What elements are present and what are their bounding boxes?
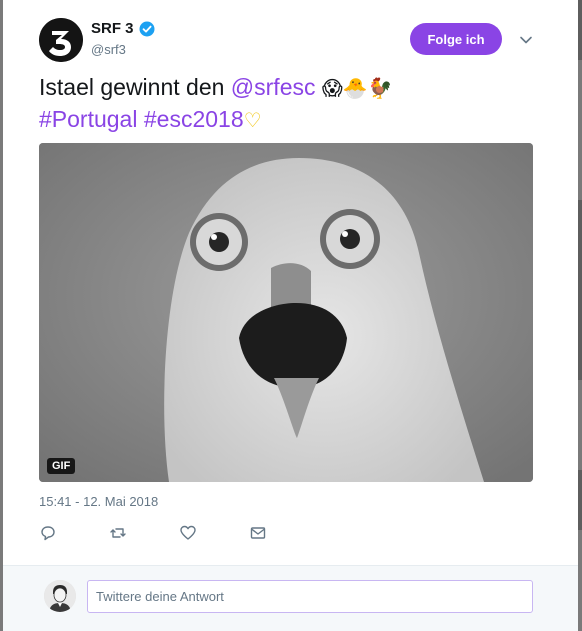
tweet-actions xyxy=(39,522,319,544)
hashtag-link[interactable]: #Portugal xyxy=(39,106,137,132)
direct-message-button[interactable] xyxy=(249,522,319,544)
reply-button[interactable] xyxy=(39,522,109,544)
tweet-card: SRF 3 @srf3 Folge ich Istael gewinnt den… xyxy=(3,0,578,631)
backdrop xyxy=(578,470,582,530)
retweet-button[interactable] xyxy=(109,522,179,544)
tweet-text: Istael gewinnt den @srfesc 😱🐣🐓 #Portugal… xyxy=(39,72,539,136)
owl-gif xyxy=(39,143,533,482)
direct-message-icon xyxy=(250,527,266,539)
user-avatar-icon xyxy=(44,580,76,612)
chevron-down-icon[interactable] xyxy=(516,30,536,50)
reply-icon xyxy=(41,526,55,541)
tweet-timestamp[interactable]: 15:41 - 12. Mai 2018 xyxy=(39,494,158,509)
backdrop xyxy=(578,200,582,380)
tweet-text-plain: Istael gewinnt den xyxy=(39,74,231,100)
user-avatar[interactable] xyxy=(44,580,76,612)
backdrop xyxy=(578,0,582,60)
author-avatar[interactable] xyxy=(39,18,83,62)
like-button[interactable] xyxy=(179,522,249,544)
gif-badge: GIF xyxy=(47,458,76,474)
hashtag-link[interactable]: #esc2018 xyxy=(144,106,244,132)
mention-link[interactable]: @srfesc xyxy=(231,74,316,100)
srf3-logo-icon xyxy=(39,18,83,62)
author-handle[interactable]: @srf3 xyxy=(91,42,126,57)
author-display-name[interactable]: SRF 3 xyxy=(91,20,134,37)
follow-button[interactable]: Folge ich xyxy=(410,23,502,55)
reply-bar xyxy=(3,565,578,631)
verified-icon xyxy=(139,21,155,37)
emoji-group: 😱🐣🐓 xyxy=(321,76,393,100)
reply-input[interactable] xyxy=(87,580,533,613)
retweet-icon xyxy=(110,528,126,538)
tweet-media[interactable]: GIF xyxy=(39,143,533,482)
like-icon xyxy=(180,525,196,540)
heart-emoji: ♡ xyxy=(243,108,262,132)
